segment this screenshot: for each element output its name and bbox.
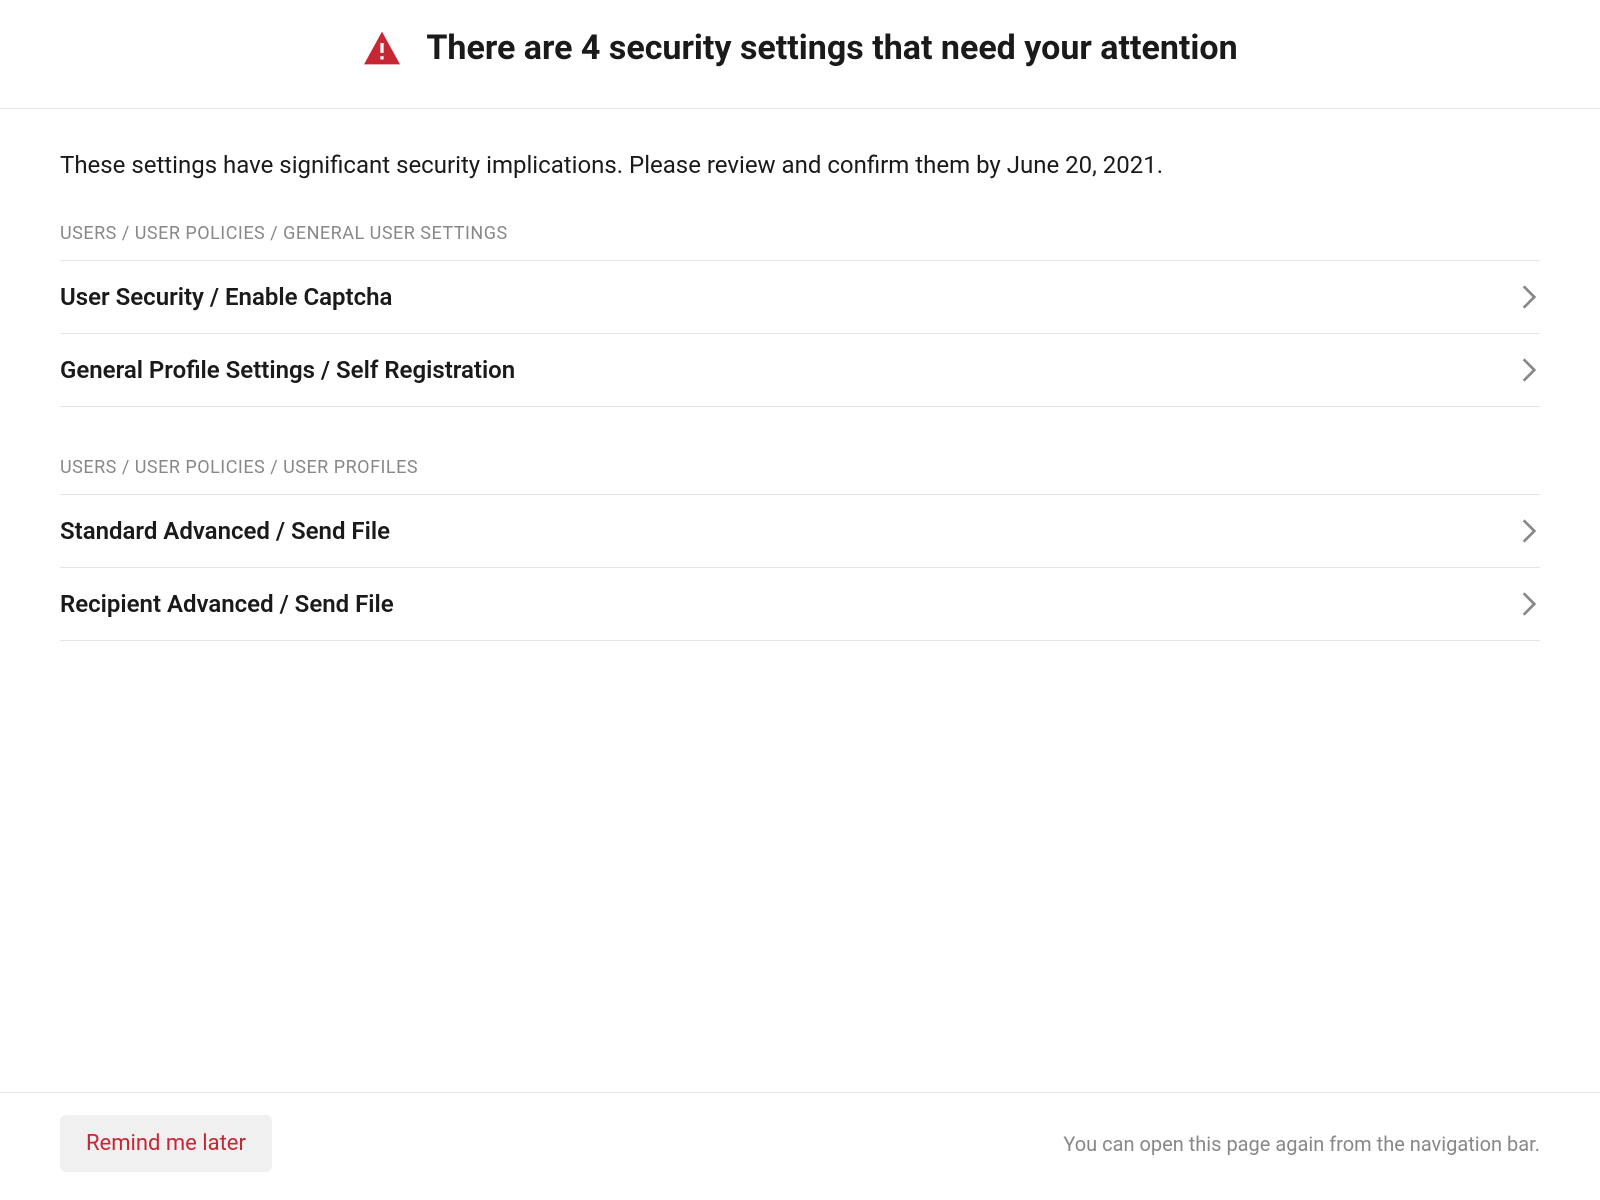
setting-label: Recipient Advanced / Send File bbox=[60, 590, 394, 618]
settings-section: USERS / USER POLICIES / GENERAL USER SET… bbox=[60, 223, 1540, 407]
page-footer: Remind me later You can open this page a… bbox=[0, 1092, 1600, 1200]
chevron-right-icon bbox=[1522, 592, 1536, 616]
setting-label: Standard Advanced / Send File bbox=[60, 517, 390, 545]
remind-later-button[interactable]: Remind me later bbox=[60, 1115, 272, 1172]
chevron-right-icon bbox=[1522, 358, 1536, 382]
setting-label: General Profile Settings / Self Registra… bbox=[60, 356, 515, 384]
settings-section: USERS / USER POLICIES / USER PROFILES St… bbox=[60, 457, 1540, 641]
chevron-right-icon bbox=[1522, 519, 1536, 543]
footer-info-text: You can open this page again from the na… bbox=[1063, 1132, 1540, 1156]
setting-label: User Security / Enable Captcha bbox=[60, 283, 392, 311]
intro-text: These settings have significant security… bbox=[60, 149, 1540, 183]
setting-row-recipient-send-file[interactable]: Recipient Advanced / Send File bbox=[60, 568, 1540, 641]
setting-row-self-registration[interactable]: General Profile Settings / Self Registra… bbox=[60, 334, 1540, 407]
setting-row-standard-send-file[interactable]: Standard Advanced / Send File bbox=[60, 495, 1540, 568]
warning-triangle-icon bbox=[362, 30, 402, 66]
section-breadcrumb: USERS / USER POLICIES / GENERAL USER SET… bbox=[60, 223, 1540, 261]
content-area: These settings have significant security… bbox=[0, 109, 1600, 1092]
page-header: There are 4 security settings that need … bbox=[0, 0, 1600, 109]
setting-row-enable-captcha[interactable]: User Security / Enable Captcha bbox=[60, 261, 1540, 334]
page-title: There are 4 security settings that need … bbox=[426, 28, 1237, 68]
chevron-right-icon bbox=[1522, 285, 1536, 309]
section-breadcrumb: USERS / USER POLICIES / USER PROFILES bbox=[60, 457, 1540, 495]
